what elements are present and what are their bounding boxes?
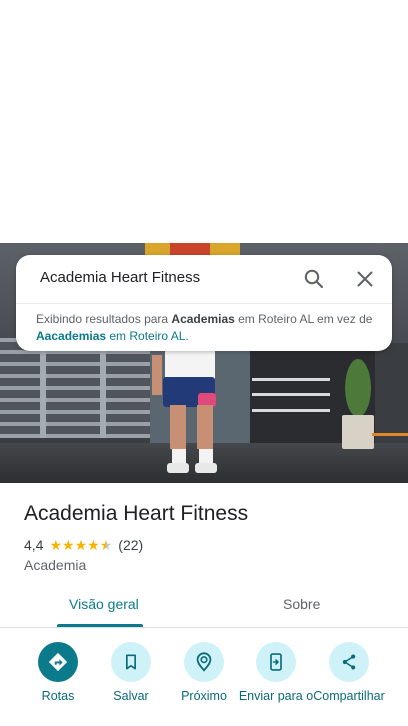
search-icon[interactable] [302,267,326,291]
note-middle: em Roteiro AL em vez de [234,312,373,326]
action-buttons: Rotas Salvar Próximo Enviar para o Compa… [0,640,408,726]
close-icon[interactable] [353,267,377,291]
photo-pot [342,415,374,449]
share-icon [329,642,369,682]
bookmark-icon [111,642,151,682]
photo-rail [252,393,330,396]
search-bar[interactable]: Academia Heart Fitness [16,255,392,303]
nearby-icon [184,642,224,682]
nearby-button[interactable]: Próximo [164,642,244,703]
send-to-phone-icon [256,642,296,682]
directions-button[interactable]: Rotas [18,642,98,703]
photo-rail [252,409,330,412]
send-to-phone-label: Enviar para o [238,689,314,703]
review-count: (22) [118,537,144,553]
photo-person-arm [152,355,162,395]
search-correction-note: Exibindo resultados para Academias em Ro… [36,311,376,345]
note-prefix: Exibindo resultados para [36,312,172,326]
rating-value: 4,4 [24,537,44,553]
star-icon: ★ [62,537,75,553]
note-end: . [185,329,189,343]
star-rating: ★ ★ ★ ★ ★ [49,538,112,552]
photo-fence-post [40,338,46,438]
search-input[interactable]: Academia Heart Fitness [40,269,200,286]
share-label: Compartilhar [313,689,385,703]
directions-label: Rotas [41,689,75,703]
tab-overview[interactable]: Visão geral [69,596,139,612]
tab-bar: Visão geral Sobre [0,584,408,628]
place-category[interactable]: Academia [24,557,86,573]
note-original-term: Aacademias [36,329,107,343]
half-star-icon: ★ [99,537,113,553]
photo-person-shoe [195,463,217,473]
rating-row[interactable]: 4,4 ★ ★ ★ ★ ★ (22) [24,536,143,554]
map-area-blank [0,0,408,243]
tab-about[interactable]: Sobre [283,596,320,612]
star-icon: ★ [87,537,100,553]
note-original-suffix: em Roteiro AL [106,329,186,343]
photo-plant [338,343,378,418]
save-label: Salvar [113,689,149,703]
photo-person-shoe [167,463,189,473]
place-title: Academia Heart Fitness [24,502,249,525]
nearby-label: Próximo [181,689,227,703]
save-button[interactable]: Salvar [91,642,171,703]
send-to-phone-button[interactable]: Enviar para o [236,642,316,703]
photo-person-sock [199,449,213,463]
star-icon: ★ [74,537,88,553]
star-icon: ★ [49,537,63,553]
photo-person-leg [170,405,186,449]
original-search-link[interactable]: Aacademias em Roteiro AL [36,329,185,343]
photo-person-sock [172,449,186,463]
active-tab-indicator [57,624,143,627]
photo-line [372,433,408,436]
photo-fence [0,338,160,438]
photo-rail [252,378,330,381]
search-card: Academia Heart Fitness Exibindo resultad… [16,255,392,351]
note-corrected-term: Academias [171,312,235,326]
directions-icon [38,642,78,682]
search-divider [16,303,392,304]
photo-person-leg [197,405,213,449]
share-button[interactable]: Compartilhar [309,642,389,703]
photo-fence-post [100,338,106,438]
